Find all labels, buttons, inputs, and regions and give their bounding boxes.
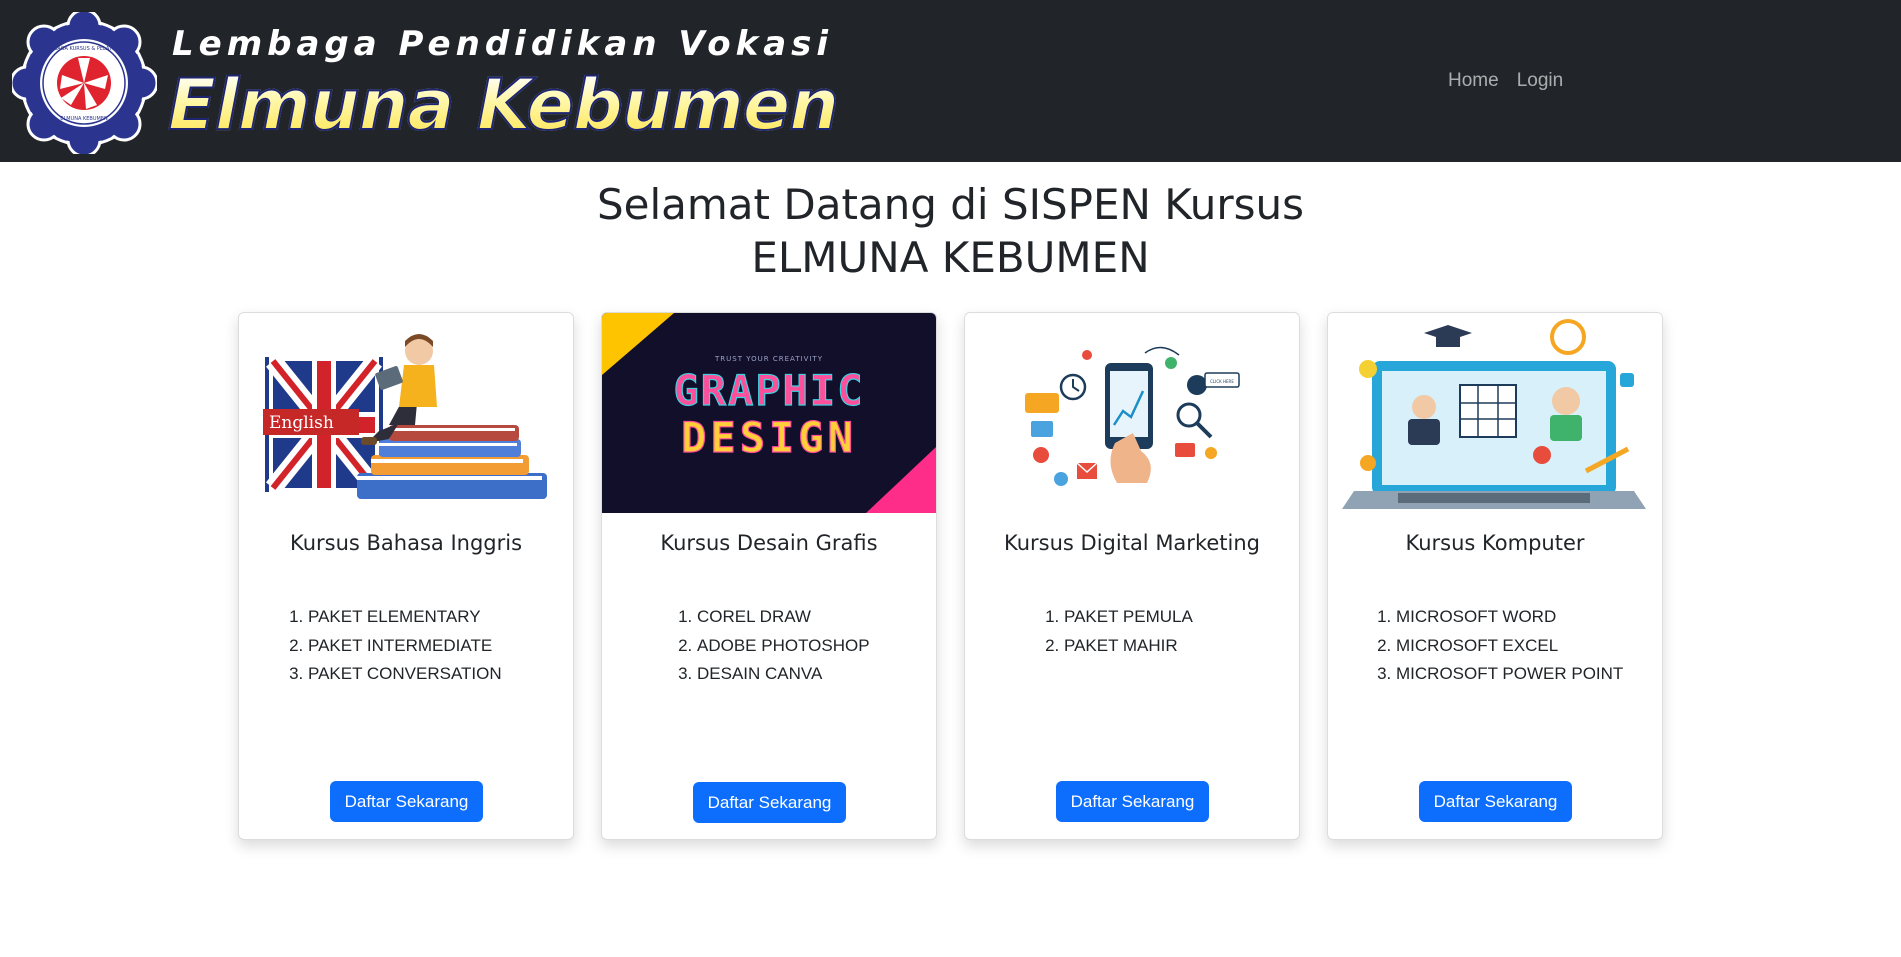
register-button[interactable]: Daftar Sekarang [1056,781,1209,822]
institution-seal-icon: LEMBAGA KURSUS & PELATIHAN ELMUNA KEBUME… [12,12,157,154]
package-item: DESAIN CANVA [697,660,870,689]
course-title: Kursus Bahasa Inggris [289,531,523,555]
course-card-english: English Kursus Bahasa Inggris PAKET ELEM… [238,312,574,840]
package-item: PAKET ELEMENTARY [308,603,502,632]
course-title: Kursus Digital Marketing [1004,531,1260,555]
english-book-label: English [269,413,334,433]
course-card-digital-marketing: CLICK HERE Kursus Digital Marketing PAKE… [964,312,1300,840]
package-item: PAKET PEMULA [1064,603,1193,632]
package-item: ADOBE PHOTOSHOP [697,632,870,661]
package-item: MICROSOFT POWER POINT [1396,660,1623,689]
course-card-computer: Kursus Komputer MICROSOFT WORD MICROSOFT… [1327,312,1663,840]
package-list: PAKET PEMULA PAKET MAHIR [1064,603,1193,660]
nav-link-login[interactable]: Login [1517,70,1564,92]
page-title: Selamat Datang di SISPEN Kursus ELMUNA K… [0,178,1901,284]
package-item: COREL DRAW [697,603,870,632]
design-word-design: DESIGN [681,413,857,462]
package-item: PAKET CONVERSATION [308,660,502,689]
brand-subtitle: Lembaga Pendidikan Vokasi [172,24,834,64]
page-title-line-2: ELMUNA KEBUMEN [751,233,1150,282]
package-item: MICROSOFT EXCEL [1396,632,1623,661]
course-title: Kursus Desain Grafis [660,531,878,555]
graphic-design-illustration: TRUST YOUR CREATIVITY GRAPHIC DESIGN [602,313,936,513]
digital-marketing-illustration: CLICK HERE [965,313,1299,513]
navbar: LEMBAGA KURSUS & PELATIHAN ELMUNA KEBUME… [0,0,1901,162]
nav-link-home[interactable]: Home [1448,70,1499,92]
english-course-illustration: English [239,313,573,513]
course-title: Kursus Komputer [1405,531,1585,555]
seal-top-text: LEMBAGA KURSUS & PELATIHAN [44,46,125,52]
seal-bottom-text: ELMUNA KEBUMEN [60,116,108,122]
package-item: PAKET MAHIR [1064,632,1193,661]
course-card-graphic-design: TRUST YOUR CREATIVITY GRAPHIC DESIGN Kur… [601,312,937,840]
brand-title: Elmuna Kebumen [167,63,840,147]
page-title-line-1: Selamat Datang di SISPEN Kursus [596,180,1305,229]
register-button[interactable]: Daftar Sekarang [693,782,846,823]
register-button[interactable]: Daftar Sekarang [1419,781,1572,822]
package-list: COREL DRAW ADOBE PHOTOSHOP DESAIN CANVA [697,603,870,689]
package-item: MICROSOFT WORD [1396,603,1623,632]
brand-logo[interactable]: LEMBAGA KURSUS & PELATIHAN ELMUNA KEBUME… [12,12,840,154]
design-word-graphic: GRAPHIC [673,366,864,415]
package-item: PAKET INTERMEDIATE [308,632,502,661]
register-button[interactable]: Daftar Sekarang [330,781,483,822]
design-tagline: TRUST YOUR CREATIVITY [714,355,823,363]
click-here-label: CLICK HERE [1210,379,1234,384]
package-list: MICROSOFT WORD MICROSOFT EXCEL MICROSOFT… [1396,603,1623,689]
computer-course-illustration [1328,313,1662,513]
package-list: PAKET ELEMENTARY PAKET INTERMEDIATE PAKE… [308,603,502,689]
nav-links: Home Login [1448,70,1563,92]
